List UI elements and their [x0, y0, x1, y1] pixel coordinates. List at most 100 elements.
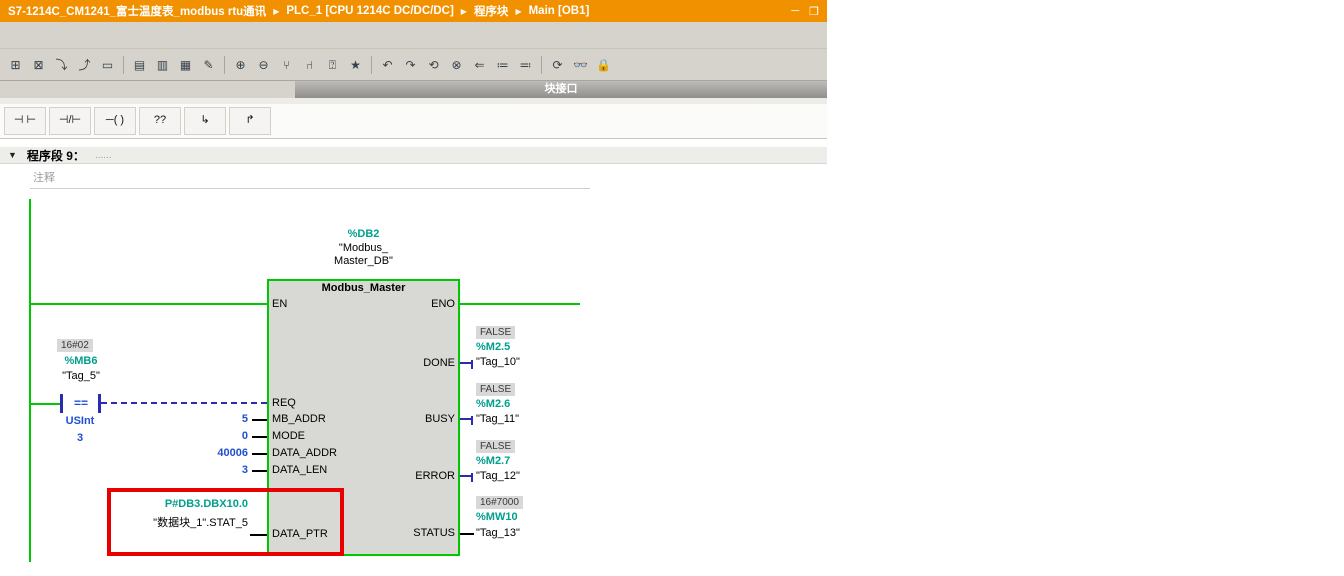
power-rail	[29, 199, 31, 562]
network-comment[interactable]: 注释	[33, 169, 55, 185]
breadcrumb-main-ob1[interactable]: Main [OB1]	[529, 5, 590, 17]
compare-data-type[interactable]: USInt	[48, 415, 112, 427]
toolbar-separator	[123, 55, 124, 74]
highlight-box	[107, 488, 344, 556]
load-start-values-icon[interactable]: ⟳	[547, 53, 568, 77]
editor-toolbar: ⊞ ⊠ ⤵ ⤴ ▭ ▤ ▥ ▦ ✎ ⊕ ⊖ ⑂ ⑁ ⍰ ★ ↶ ↷ ⟲ ⊗ ⇐ …	[0, 49, 827, 81]
data-len-value[interactable]: 3	[148, 464, 248, 476]
busy-address[interactable]: %M2.6	[476, 398, 510, 410]
breadcrumb-project[interactable]: S7-1214C_CM1241_富士温度表_modbus rtu通讯	[8, 3, 266, 19]
monitor-value-chip: 16#02	[57, 339, 93, 352]
instance-db-name-line1[interactable]: "Modbus_	[267, 242, 460, 254]
absolute-symbolic-toggle-icon[interactable]: ▦	[175, 53, 196, 77]
block-title: Modbus_Master	[321, 282, 406, 294]
error-tag[interactable]: "Tag_12"	[476, 470, 520, 482]
interface-splitter-filler	[0, 81, 295, 98]
empty-box-icon[interactable]: ⍰	[322, 53, 343, 77]
insert-network-icon[interactable]: ⊞	[5, 53, 26, 77]
select-block-icon[interactable]: ▭	[97, 53, 118, 77]
network-comments-icon[interactable]: ✎	[198, 53, 219, 77]
close-branch-icon[interactable]: ⑁	[299, 53, 320, 77]
pin-eno: ENO	[431, 298, 455, 310]
busy-tick-icon	[471, 416, 473, 425]
dock-window-button[interactable]: ❐	[809, 5, 819, 18]
network-title-dots: ......	[94, 149, 112, 161]
compare-operator[interactable]: ==	[66, 396, 96, 410]
empty-box-button[interactable]: ??	[139, 107, 181, 135]
coil-button[interactable]: ─( )	[94, 107, 136, 135]
done-tick-icon	[471, 360, 473, 369]
contact-address[interactable]: %MB6	[40, 355, 122, 367]
breadcrumb-plc[interactable]: PLC_1 [CPU 1214C DC/DC/DC]	[286, 5, 453, 17]
error-monitor-chip: FALSE	[476, 440, 516, 453]
done-address[interactable]: %M2.5	[476, 341, 510, 353]
open-branch-icon[interactable]: ⑂	[276, 53, 297, 77]
snapshot-values-icon[interactable]: ≔	[492, 53, 513, 77]
delete-network-icon[interactable]: ⊠	[28, 53, 49, 77]
contact-left-bar-icon[interactable]	[60, 394, 63, 413]
done-wire-false	[460, 362, 471, 364]
menu-strip	[0, 22, 827, 49]
expand-all-networks-icon[interactable]: ▤	[129, 53, 150, 77]
breadcrumb-arrow-icon: ▶	[515, 6, 522, 16]
toolbar-separator	[541, 55, 542, 74]
pin-mode: MODE	[272, 430, 305, 442]
mode-value[interactable]: 0	[148, 430, 248, 442]
busy-monitor-chip: FALSE	[476, 383, 516, 396]
status-monitor-chip: 16#7000	[476, 496, 523, 509]
mb-addr-value[interactable]: 5	[148, 413, 248, 425]
add-row-icon[interactable]: ⤴	[74, 53, 95, 77]
open-contact-button[interactable]: ⊣ ⊢	[4, 107, 46, 135]
consistency-error-icon[interactable]: ⊗	[446, 53, 467, 77]
previous-error-icon[interactable]: ↶	[377, 53, 398, 77]
pin-mb-addr: MB_ADDR	[272, 413, 326, 425]
busy-tag[interactable]: "Tag_11"	[476, 413, 519, 425]
done-tag[interactable]: "Tag_10"	[476, 356, 520, 368]
toolbar-separator	[371, 55, 372, 74]
remove-input-icon[interactable]: ⊖	[253, 53, 274, 77]
open-branch-button[interactable]: ↳	[184, 107, 226, 135]
done-monitor-chip: FALSE	[476, 326, 516, 339]
instance-db-address[interactable]: %DB2	[267, 228, 460, 240]
apply-snapshot-icon[interactable]: ≕	[515, 53, 536, 77]
lock-icon[interactable]: 🔒	[593, 53, 614, 77]
tia-portal-window: S7-1214C_CM1241_富士温度表_modbus rtu通讯 ▶ PLC…	[0, 0, 1344, 576]
pin-req: REQ	[272, 397, 296, 409]
closed-contact-button[interactable]: ⊣/⊢	[49, 107, 91, 135]
collapse-network-icon[interactable]: ▼	[8, 150, 17, 160]
status-address[interactable]: %MW10	[476, 511, 518, 523]
minimize-button[interactable]: ─	[791, 5, 799, 17]
pin-en: EN	[272, 298, 288, 310]
monitoring-glasses-icon[interactable]: 👓	[570, 53, 591, 77]
network-header: ▼ 程序段 9： ......	[0, 147, 827, 164]
insert-input-icon[interactable]: ⊕	[230, 53, 251, 77]
comment-underline	[30, 188, 590, 189]
insert-row-icon[interactable]: ⤵	[51, 53, 72, 77]
breadcrumb-arrow-icon: ▶	[273, 6, 280, 16]
contact-tag[interactable]: "Tag_5"	[40, 370, 122, 382]
status-wire	[460, 533, 474, 535]
next-error-icon[interactable]: ↷	[400, 53, 421, 77]
block-interface-splitter[interactable]: 块接口	[295, 81, 827, 98]
data-len-wire	[252, 470, 267, 472]
instance-db-name-line2[interactable]: Master_DB"	[267, 255, 460, 267]
branch-wire	[29, 403, 61, 405]
update-block-calls-icon[interactable]: ⟲	[423, 53, 444, 77]
collapse-all-networks-icon[interactable]: ▥	[152, 53, 173, 77]
compare-values-icon[interactable]: ⇐	[469, 53, 490, 77]
close-branch-button[interactable]: ↱	[229, 107, 271, 135]
error-address[interactable]: %M2.7	[476, 455, 510, 467]
network-title[interactable]: 程序段 9：	[27, 147, 85, 164]
status-tag[interactable]: "Tag_13"	[476, 527, 520, 539]
pin-status: STATUS	[413, 527, 455, 539]
pin-busy: BUSY	[425, 413, 455, 425]
favorites-icon[interactable]: ★	[345, 53, 366, 77]
data-addr-value[interactable]: 40006	[148, 447, 248, 459]
mb-addr-wire	[252, 419, 267, 421]
pin-data-len: DATA_LEN	[272, 464, 328, 476]
breadcrumb-program-blocks[interactable]: 程序块	[474, 3, 509, 19]
req-wire-false	[101, 402, 267, 404]
error-wire-false	[460, 475, 471, 477]
title-bar: S7-1214C_CM1241_富士温度表_modbus rtu通讯 ▶ PLC…	[0, 0, 827, 22]
compare-value[interactable]: 3	[48, 432, 112, 444]
